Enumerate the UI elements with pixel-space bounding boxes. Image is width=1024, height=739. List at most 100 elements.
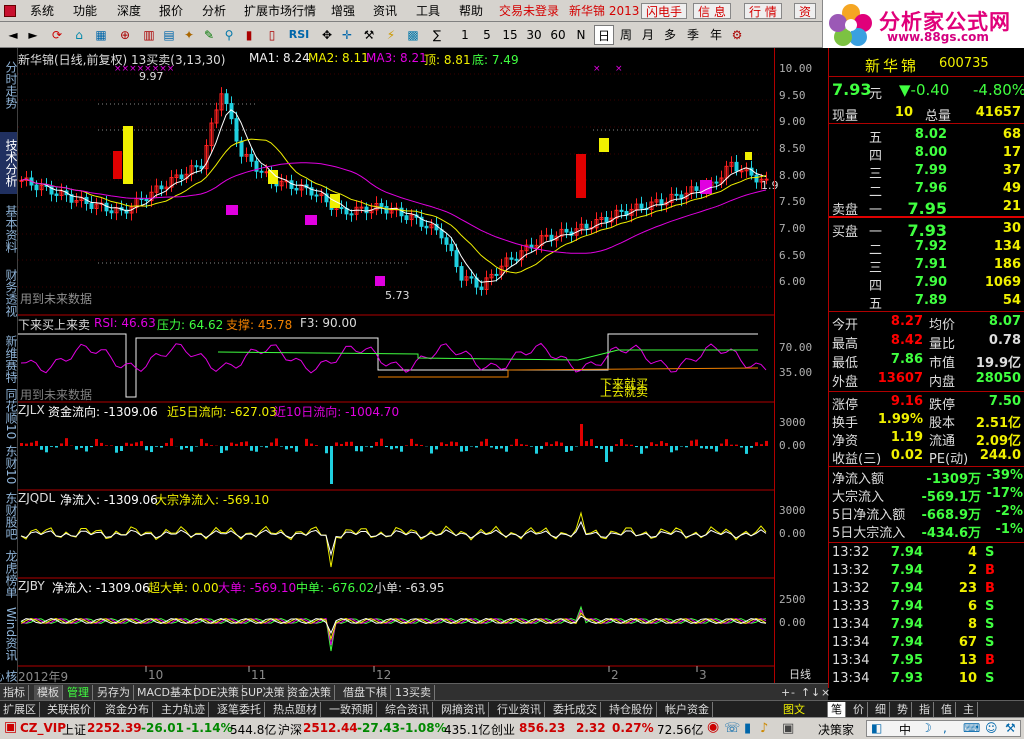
menu-depth[interactable]: 深度 <box>117 3 141 19</box>
ext-tab-3[interactable]: 主力轨迹 <box>158 702 209 717</box>
grid-icon[interactable]: ▩ <box>404 25 422 45</box>
menu-system[interactable]: 系统 <box>30 3 54 19</box>
menu-ext-market[interactable]: 扩展市场行情 <box>244 3 316 19</box>
app-icon[interactable] <box>4 5 16 17</box>
ext-tab-4[interactable]: 逐笔委托 <box>214 702 265 717</box>
tab-6[interactable]: SUP决策 <box>238 685 289 700</box>
ime-punct-icon[interactable]: , <box>943 721 947 735</box>
forward-arrow-icon[interactable]: ► <box>24 25 42 45</box>
lightning-icon[interactable]: ⚡ <box>382 25 400 45</box>
tab-8[interactable]: 借盘下棋 <box>340 685 391 700</box>
period-week[interactable]: 周 <box>617 25 635 45</box>
side-tab-intraday[interactable]: 分时走势 <box>0 54 18 116</box>
chart-area[interactable]: 新华锦(日线,前复权) 13买卖(3,13,30) MA1: 8.24 MA2:… <box>18 48 779 684</box>
tile-icon[interactable]: ▤ <box>160 25 178 45</box>
rp-tab-4[interactable]: 指 <box>916 702 934 717</box>
menu-trade-login[interactable]: 交易未登录 <box>499 3 559 19</box>
ext-tab-12[interactable]: 帐户资金 <box>662 702 713 717</box>
side-tab-basic[interactable]: 基本资料 <box>0 198 18 260</box>
menu-enhance[interactable]: 增强 <box>331 3 355 19</box>
ext-tab-11[interactable]: 持仓股份 <box>606 702 657 717</box>
period-day[interactable]: 日 <box>594 25 614 45</box>
period-quarter[interactable]: 季 <box>684 25 702 45</box>
ime-moon-icon[interactable]: ☽ <box>921 721 932 735</box>
tab-7[interactable]: 资金决策 <box>284 685 335 700</box>
menu-tools[interactable]: 工具 <box>416 3 440 19</box>
ext-tab-7[interactable]: 综合资讯 <box>382 702 433 717</box>
ext-tab-5[interactable]: 热点题材 <box>270 702 321 717</box>
ime-user-icon[interactable]: ☺ <box>985 721 998 735</box>
period-1[interactable]: 1 <box>456 25 474 45</box>
home-icon[interactable]: ⌂ <box>70 25 88 45</box>
period-month[interactable]: 月 <box>639 25 657 45</box>
tab-3[interactable]: 另存为 <box>94 685 134 700</box>
ext-tab-8[interactable]: 网摘资讯 <box>438 702 489 717</box>
rsi-button[interactable]: RSI <box>284 25 314 45</box>
refresh-icon[interactable]: ⟳ <box>48 25 66 45</box>
tick-row[interactable]: 13:34 7.93 10 S <box>829 671 1024 689</box>
bell-icon[interactable]: ♪ <box>760 721 768 736</box>
tab-4[interactable]: MACD基本 <box>134 685 196 700</box>
cross-icon[interactable]: ✥ <box>318 25 336 45</box>
rp-tab-5[interactable]: 值 <box>938 702 956 717</box>
rp-tab-6[interactable]: 主 <box>960 702 978 717</box>
back-arrow-icon[interactable]: ◄ <box>4 25 22 45</box>
quote-button[interactable]: 行 情 <box>744 3 782 19</box>
settings-icon[interactable]: ⚙ <box>728 25 746 45</box>
tab-0[interactable]: 指标 <box>0 685 29 700</box>
tick-row[interactable]: 13:34 7.94 8 S <box>829 617 1024 635</box>
rp-tab-0[interactable]: 笔 <box>828 702 846 717</box>
side-tab-wind[interactable]: Wind资讯 <box>0 604 18 664</box>
period-30[interactable]: 30 <box>524 25 544 45</box>
rp-tab-2[interactable]: 细 <box>872 702 890 717</box>
rp-tab-1[interactable]: 价 <box>850 702 868 717</box>
tab-5[interactable]: DDE决策 <box>190 685 243 700</box>
menu-analysis[interactable]: 分析 <box>202 3 226 19</box>
period-60[interactable]: 60 <box>548 25 568 45</box>
tab-9[interactable]: 13买卖 <box>392 685 435 700</box>
rp-tab-3[interactable]: 势 <box>894 702 912 717</box>
bars-icon[interactable]: ▮ <box>240 25 258 45</box>
ext-tab-6[interactable]: 一致预期 <box>326 702 377 717</box>
period-15[interactable]: 15 <box>500 25 520 45</box>
period-5[interactable]: 5 <box>478 25 496 45</box>
chart-btn-1[interactable]: - <box>790 685 796 700</box>
period-year[interactable]: 年 <box>707 25 725 45</box>
signal-icon[interactable]: ▮ <box>744 721 751 736</box>
tick-row[interactable]: 13:33 7.94 6 S <box>829 599 1024 617</box>
tick-row[interactable]: 13:32 7.94 2 B <box>829 563 1024 581</box>
lock-icon[interactable]: ▣ <box>782 721 794 736</box>
tick-row[interactable]: 13:32 7.94 23 B <box>829 581 1024 599</box>
tab-1[interactable]: 模板 <box>34 685 63 700</box>
ext-tab-2[interactable]: 资金分布 <box>102 702 153 717</box>
ime-tool-icon[interactable]: ⚒ <box>1005 721 1016 735</box>
alert-icon[interactable]: ◉ <box>707 719 719 735</box>
side-tab-tech[interactable]: 技术分析 <box>0 132 18 194</box>
candle-icon[interactable]: ▯ <box>262 25 282 45</box>
side-tab-dragon[interactable]: 龙虎榜单 <box>0 546 18 602</box>
side-tab-ths[interactable]: 同花顺10 <box>0 386 18 442</box>
side-tab-dongcai[interactable]: 东财10 <box>0 444 18 486</box>
ext-tab-1[interactable]: 关联报价 <box>44 702 95 717</box>
ext-tab-10[interactable]: 委托成交 <box>550 702 601 717</box>
magnifier-icon[interactable]: ⚲ <box>220 25 238 45</box>
phone-icon[interactable]: ☏ <box>724 721 740 736</box>
tick-row[interactable]: 13:34 7.95 13 B <box>829 653 1024 671</box>
move-icon[interactable]: ✛ <box>338 25 356 45</box>
f10-tab[interactable]: 图文F10 <box>780 702 828 731</box>
period-multi[interactable]: 多 <box>661 25 679 45</box>
menu-quote[interactable]: 报价 <box>159 3 183 19</box>
layout-icon[interactable]: ▦ <box>92 25 110 45</box>
side-tab-xinwei[interactable]: 新维赛特 <box>0 328 18 390</box>
menu-help[interactable]: 帮助 <box>459 3 483 19</box>
side-tab-finance[interactable]: 财务透视 <box>0 262 18 324</box>
draw-icon[interactable]: ✎ <box>200 25 218 45</box>
zoom-icon[interactable]: ⊕ <box>116 25 134 45</box>
flash-trade-button[interactable]: 闪电手 <box>641 3 688 19</box>
more-button[interactable]: 资 <box>794 3 817 19</box>
tick-row[interactable]: 13:32 7.94 4 S <box>829 545 1024 563</box>
period-n[interactable]: N <box>572 25 590 45</box>
ime-mode[interactable]: 中 <box>899 721 911 738</box>
ime-keyboard-icon[interactable]: ⌨ <box>963 721 980 735</box>
menu-function[interactable]: 功能 <box>73 3 97 19</box>
